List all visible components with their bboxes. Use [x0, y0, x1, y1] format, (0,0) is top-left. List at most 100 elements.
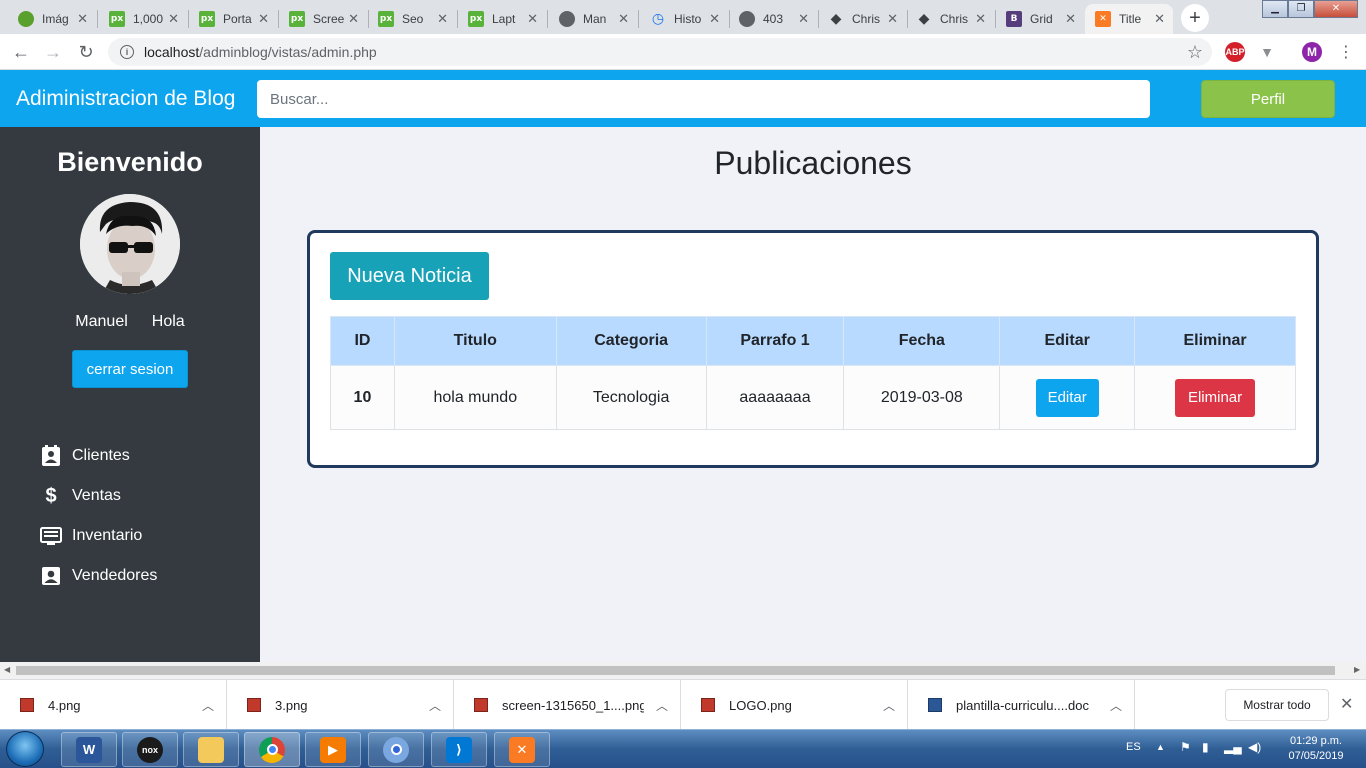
chevron-up-icon[interactable]: ︿ [417, 697, 453, 714]
maximize-button[interactable]: ❐ [1288, 0, 1314, 18]
tab-close-icon[interactable]: ✕ [887, 11, 898, 27]
browser-tab[interactable]: ◆ Chris ✕ [906, 4, 994, 34]
tab-close-icon[interactable]: ✕ [1065, 11, 1076, 27]
volume-icon[interactable]: ◀) [1248, 740, 1261, 754]
browser-tab[interactable]: Imág ✕ [8, 4, 96, 34]
edit-button[interactable]: Editar [1035, 378, 1099, 417]
tab-close-icon[interactable]: ✕ [1154, 11, 1165, 27]
close-icon[interactable]: ✕ [1340, 694, 1353, 714]
sidebar-item-inventario[interactable]: Inventario [40, 523, 142, 549]
vscode-icon[interactable]: ⟩ [431, 732, 487, 767]
action-center-icon[interactable]: ⚑ [1180, 740, 1191, 754]
tab-close-icon[interactable]: ✕ [798, 11, 809, 27]
tab-title: Lapt [492, 12, 516, 26]
welcome-heading: Bienvenido [57, 147, 203, 177]
column-header-fecha: Fecha [843, 316, 1001, 366]
scroll-left-icon[interactable]: ◀ [4, 665, 10, 674]
download-item[interactable]: plantilla-curriculu....doc ︿ [908, 680, 1135, 730]
diamond-icon: ◆ [830, 11, 842, 27]
tab-close-icon[interactable]: ✕ [618, 11, 629, 27]
download-item[interactable]: 3.png ︿ [227, 680, 454, 730]
download-item[interactable]: LOGO.png ︿ [681, 680, 908, 730]
column-header-categoria: Categoria [555, 316, 707, 366]
chevron-up-icon[interactable]: ︿ [1098, 697, 1134, 714]
posts-table: ID Titulo Categoria Parrafo 1 Fecha Edit… [330, 316, 1296, 430]
profile-avatar[interactable]: M [1302, 42, 1322, 62]
media-player-icon[interactable]: ▶ [305, 732, 361, 767]
url-path: /adminblog/vistas/admin.php [199, 44, 377, 60]
close-window-button[interactable]: ✕ [1314, 0, 1358, 18]
browser-tab[interactable]: Man ✕ [549, 4, 637, 34]
new-tab-button[interactable]: + [1181, 4, 1209, 32]
menu-icon[interactable]: ⋮ [1334, 40, 1358, 64]
language-indicator[interactable]: ES [1126, 741, 1141, 753]
sidebar-item-clientes[interactable]: Clientes [40, 443, 130, 469]
vivaldi-extension-icon[interactable]: ▼ [1257, 42, 1277, 62]
tab-close-icon[interactable]: ✕ [168, 11, 179, 27]
new-post-button[interactable]: Nueva Noticia [330, 252, 489, 300]
download-item[interactable]: 4.png ︿ [0, 680, 227, 730]
chrome-canary-icon[interactable] [368, 732, 424, 767]
tab-title: Title [1119, 12, 1142, 26]
posts-card: Nueva Noticia ID Titulo Categoria Parraf… [307, 230, 1319, 468]
tab-close-icon[interactable]: ✕ [77, 11, 88, 27]
word-icon[interactable]: W [61, 732, 117, 767]
bookmark-star-icon[interactable]: ☆ [1183, 40, 1207, 64]
search-input[interactable] [257, 80, 1150, 118]
chevron-up-icon[interactable]: ︿ [644, 697, 680, 714]
browser-tab[interactable]: B Grid ✕ [996, 4, 1084, 34]
tab-close-icon[interactable]: ✕ [709, 11, 720, 27]
horizontal-scrollbar[interactable]: ◀ ▶ [0, 662, 1366, 679]
scroll-right-icon[interactable]: ▶ [1354, 665, 1360, 674]
network-icon[interactable]: ▂▄ [1224, 740, 1242, 754]
browser-tab[interactable]: px Lapt ✕ [458, 4, 546, 34]
sidebar-item-label: Ventas [72, 487, 121, 504]
image-file-icon [701, 698, 715, 712]
tray-expand-icon[interactable]: ▲ [1156, 742, 1165, 752]
tab-close-icon[interactable]: ✕ [527, 11, 538, 27]
nox-icon[interactable]: nox [122, 732, 178, 767]
browser-tab[interactable]: px Seo ✕ [368, 4, 456, 34]
back-icon[interactable]: ← [9, 40, 33, 64]
delete-button[interactable]: Eliminar [1174, 378, 1256, 417]
tab-close-icon[interactable]: ✕ [258, 11, 269, 27]
sidebar-item-label: Inventario [72, 527, 143, 544]
brand-title[interactable]: Adiministracion de Blog [16, 87, 235, 111]
address-bar[interactable]: i localhost/adminblog/vistas/admin.php [108, 38, 1212, 66]
power-icon[interactable]: ▮ [1202, 740, 1209, 754]
show-all-downloads-button[interactable]: Mostrar todo [1225, 689, 1329, 721]
reload-icon[interactable]: ↻ [74, 40, 98, 64]
xampp-icon[interactable]: ✕ [494, 732, 550, 767]
chevron-up-icon[interactable]: ︿ [190, 697, 226, 714]
minimize-button[interactable]: ▁ [1262, 0, 1288, 18]
clock[interactable]: 01:29 p.m. 07/05/2019 [1270, 734, 1362, 764]
browser-tab[interactable]: ✕ Title ✕ [1085, 4, 1173, 34]
tab-close-icon[interactable]: ✕ [437, 11, 448, 27]
xampp-icon: ✕ [1095, 11, 1111, 27]
browser-tab[interactable]: ◷ Histo ✕ [640, 4, 728, 34]
column-header-eliminar: Eliminar [1134, 316, 1296, 366]
cell-fecha: 2019-03-08 [843, 365, 1001, 430]
forward-icon[interactable]: → [41, 40, 65, 64]
sidebar-item-vendedores[interactable]: Vendedores [40, 563, 157, 589]
adblock-icon[interactable]: ABP [1225, 42, 1245, 62]
tab-close-icon[interactable]: ✕ [975, 11, 986, 27]
sidebar: Bienvenido Manuel Hola cerrar sesion Clie… [0, 127, 260, 662]
logout-button[interactable]: cerrar sesion [72, 350, 188, 388]
profile-button[interactable]: Perfil [1201, 80, 1335, 118]
browser-tab[interactable]: px 1,000 ✕ [99, 4, 187, 34]
chevron-up-icon[interactable]: ︿ [871, 697, 907, 714]
px-icon: px [289, 11, 305, 27]
browser-tab[interactable]: px Scree ✕ [279, 4, 367, 34]
chrome-icon[interactable] [244, 732, 300, 767]
sidebar-item-ventas[interactable]: $ Ventas [40, 483, 121, 509]
scrollbar-thumb[interactable] [16, 666, 1335, 675]
browser-tab[interactable]: 403 ✕ [729, 4, 817, 34]
tab-close-icon[interactable]: ✕ [348, 11, 359, 27]
info-icon[interactable]: i [120, 45, 134, 59]
browser-tab[interactable]: px Porta ✕ [189, 4, 277, 34]
download-item[interactable]: screen-1315650_1....png ︿ [454, 680, 681, 730]
browser-tab[interactable]: ◆ Chris ✕ [818, 4, 906, 34]
explorer-icon[interactable] [183, 732, 239, 767]
start-button[interactable] [6, 731, 44, 767]
